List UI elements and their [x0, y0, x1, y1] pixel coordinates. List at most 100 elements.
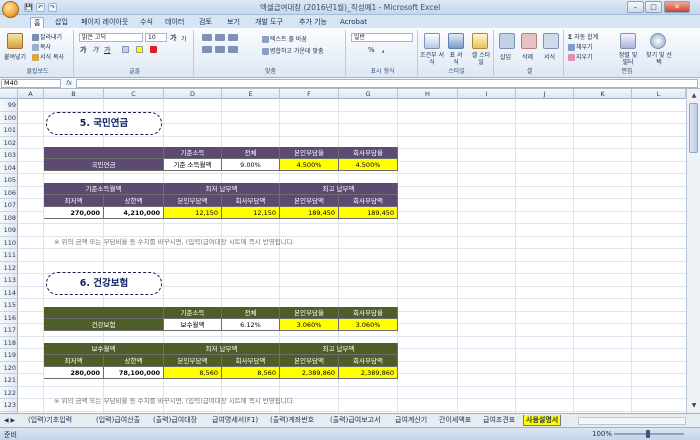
zoom-level[interactable]: 100%	[592, 430, 612, 438]
table-cell[interactable]: 8,560	[222, 367, 280, 379]
underline-button[interactable]: 가	[104, 45, 110, 55]
conditional-format-button[interactable]: 조건부 서식	[420, 52, 444, 66]
table-cell[interactable]: 12,150	[164, 207, 222, 219]
align-center-icon[interactable]	[215, 46, 225, 53]
row-header[interactable]: 119	[0, 349, 18, 362]
redo-icon[interactable]: ↷	[48, 3, 57, 12]
align-top-icon[interactable]	[202, 34, 212, 41]
row-header[interactable]: 102	[0, 137, 18, 149]
format-painter-button[interactable]: 서식 복사	[32, 52, 64, 61]
cut-button[interactable]: 잘라내기	[32, 32, 62, 41]
sheet-tab[interactable]: (입력)급여산출	[94, 415, 142, 426]
tab-formulas[interactable]: 수식	[137, 17, 156, 28]
table-cell[interactable]: 189,450	[339, 207, 398, 219]
tab-acrobat[interactable]: Acrobat	[337, 17, 370, 28]
bold-button[interactable]: 가	[80, 45, 86, 55]
tab-insert[interactable]: 삽입	[52, 17, 71, 28]
fill-button[interactable]: 채우기	[568, 42, 593, 51]
table-cell[interactable]: 12,150	[222, 207, 280, 219]
horizontal-scrollbar[interactable]	[578, 417, 686, 425]
column-header[interactable]: A	[18, 89, 44, 99]
clear-button[interactable]: 지우기	[568, 52, 593, 61]
scrollbar-thumb[interactable]	[689, 103, 698, 153]
select-all-corner[interactable]	[0, 89, 18, 99]
tab-developer[interactable]: 개발 도구	[252, 17, 286, 28]
row-header[interactable]: 105	[0, 174, 18, 187]
row-header[interactable]: 109	[0, 224, 18, 237]
insert-cells-button[interactable]: 삽입	[500, 52, 511, 61]
row-header[interactable]: 100	[0, 112, 18, 124]
tab-view[interactable]: 보기	[224, 17, 243, 28]
formula-input[interactable]	[76, 79, 698, 88]
autosum-button[interactable]: Σ 자동 합계	[568, 32, 598, 41]
wrap-text-button[interactable]: 텍스트 줄 바꿈	[262, 34, 307, 43]
column-header[interactable]: K	[574, 89, 632, 99]
table-cell[interactable]: 기준 소득월액	[164, 159, 222, 171]
table-format-button[interactable]: 표 서식	[447, 52, 465, 66]
table-cell[interactable]: 3.060%	[280, 319, 339, 331]
column-header[interactable]: E	[222, 89, 280, 99]
sheet-tab[interactable]: 간이세액표	[437, 415, 473, 426]
percent-button[interactable]: %	[368, 46, 375, 54]
close-button[interactable]: ✕	[664, 1, 690, 13]
sheet-tab[interactable]: 급여명세서(F1)	[210, 415, 260, 426]
paste-button[interactable]: 붙여넣기	[4, 52, 26, 61]
column-header[interactable]: B	[44, 89, 104, 99]
row-header[interactable]: 110	[0, 237, 18, 249]
row-header[interactable]: 108	[0, 212, 18, 224]
column-header[interactable]: L	[632, 89, 686, 99]
row-header[interactable]: 117	[0, 324, 18, 337]
format-cells-button[interactable]: 서식	[544, 52, 555, 61]
row-header[interactable]: 101	[0, 124, 18, 137]
tab-review[interactable]: 검토	[196, 17, 215, 28]
column-header[interactable]: I	[458, 89, 516, 99]
row-header[interactable]: 112	[0, 262, 18, 274]
align-right-icon[interactable]	[228, 46, 238, 53]
table-cell[interactable]: 4,210,000	[104, 207, 164, 219]
table-cell[interactable]: 8,560	[164, 367, 222, 379]
row-header[interactable]: 114	[0, 287, 18, 299]
table-cell[interactable]: 4.500%	[339, 159, 398, 171]
worksheet-grid[interactable]: 5. 국민연금 기준소득 전체 본인부담율 회사부담율 국민연금 기준 소득월액…	[18, 99, 686, 413]
row-header[interactable]: 122	[0, 387, 18, 399]
italic-button[interactable]: 가	[92, 45, 98, 55]
grow-font-button[interactable]: 가	[170, 33, 176, 43]
column-header[interactable]: H	[398, 89, 458, 99]
tab-data[interactable]: 데이터	[162, 17, 187, 28]
sheet-tab-active[interactable]: 사용설명서	[523, 415, 562, 426]
table-cell[interactable]: 270,000	[44, 207, 104, 219]
undo-icon[interactable]: ↶	[36, 3, 45, 12]
minimize-button[interactable]: –	[627, 1, 644, 13]
scroll-up-icon[interactable]: ▲	[688, 91, 700, 101]
column-header[interactable]: F	[280, 89, 339, 99]
sheet-tab[interactable]: 급여조견표	[481, 415, 517, 426]
fill-color-icon[interactable]	[136, 46, 143, 53]
column-header[interactable]: G	[339, 89, 398, 99]
maximize-button[interactable]: □	[645, 1, 662, 13]
font-color-icon[interactable]	[150, 46, 157, 53]
scroll-down-icon[interactable]: ▼	[688, 401, 700, 411]
tab-page-layout[interactable]: 페이지 레이아웃	[78, 17, 131, 28]
vertical-scrollbar[interactable]: ▲ ▼	[686, 89, 700, 413]
row-header[interactable]: 106	[0, 187, 18, 199]
column-header[interactable]: D	[164, 89, 222, 99]
table-cell[interactable]: 189,450	[280, 207, 339, 219]
table-cell[interactable]: 4.500%	[280, 159, 339, 171]
sheet-tab[interactable]: (출력)급여대장	[151, 415, 199, 426]
sheet-tab[interactable]: (출력)급여보고서	[328, 415, 383, 426]
align-bottom-icon[interactable]	[228, 34, 238, 41]
tab-home[interactable]: 홈	[30, 17, 45, 28]
row-header[interactable]: 99	[0, 99, 18, 112]
row-header[interactable]: 120	[0, 362, 18, 374]
table-cell[interactable]: 3.060%	[339, 319, 398, 331]
row-header[interactable]: 107	[0, 199, 18, 212]
table-cell[interactable]: 6.12%	[222, 319, 280, 331]
row-header[interactable]: 113	[0, 274, 18, 287]
table-cell[interactable]: 280,000	[44, 367, 104, 379]
table-cell[interactable]: 9.00%	[222, 159, 280, 171]
table-cell[interactable]: 2,389,860	[339, 367, 398, 379]
row-header[interactable]: 123	[0, 399, 18, 412]
font-name-combo[interactable]: 맑은 고딕	[79, 33, 143, 42]
delete-cells-button[interactable]: 삭제	[522, 52, 533, 61]
sheet-tab[interactable]: (출력)계좌번호	[268, 415, 316, 426]
